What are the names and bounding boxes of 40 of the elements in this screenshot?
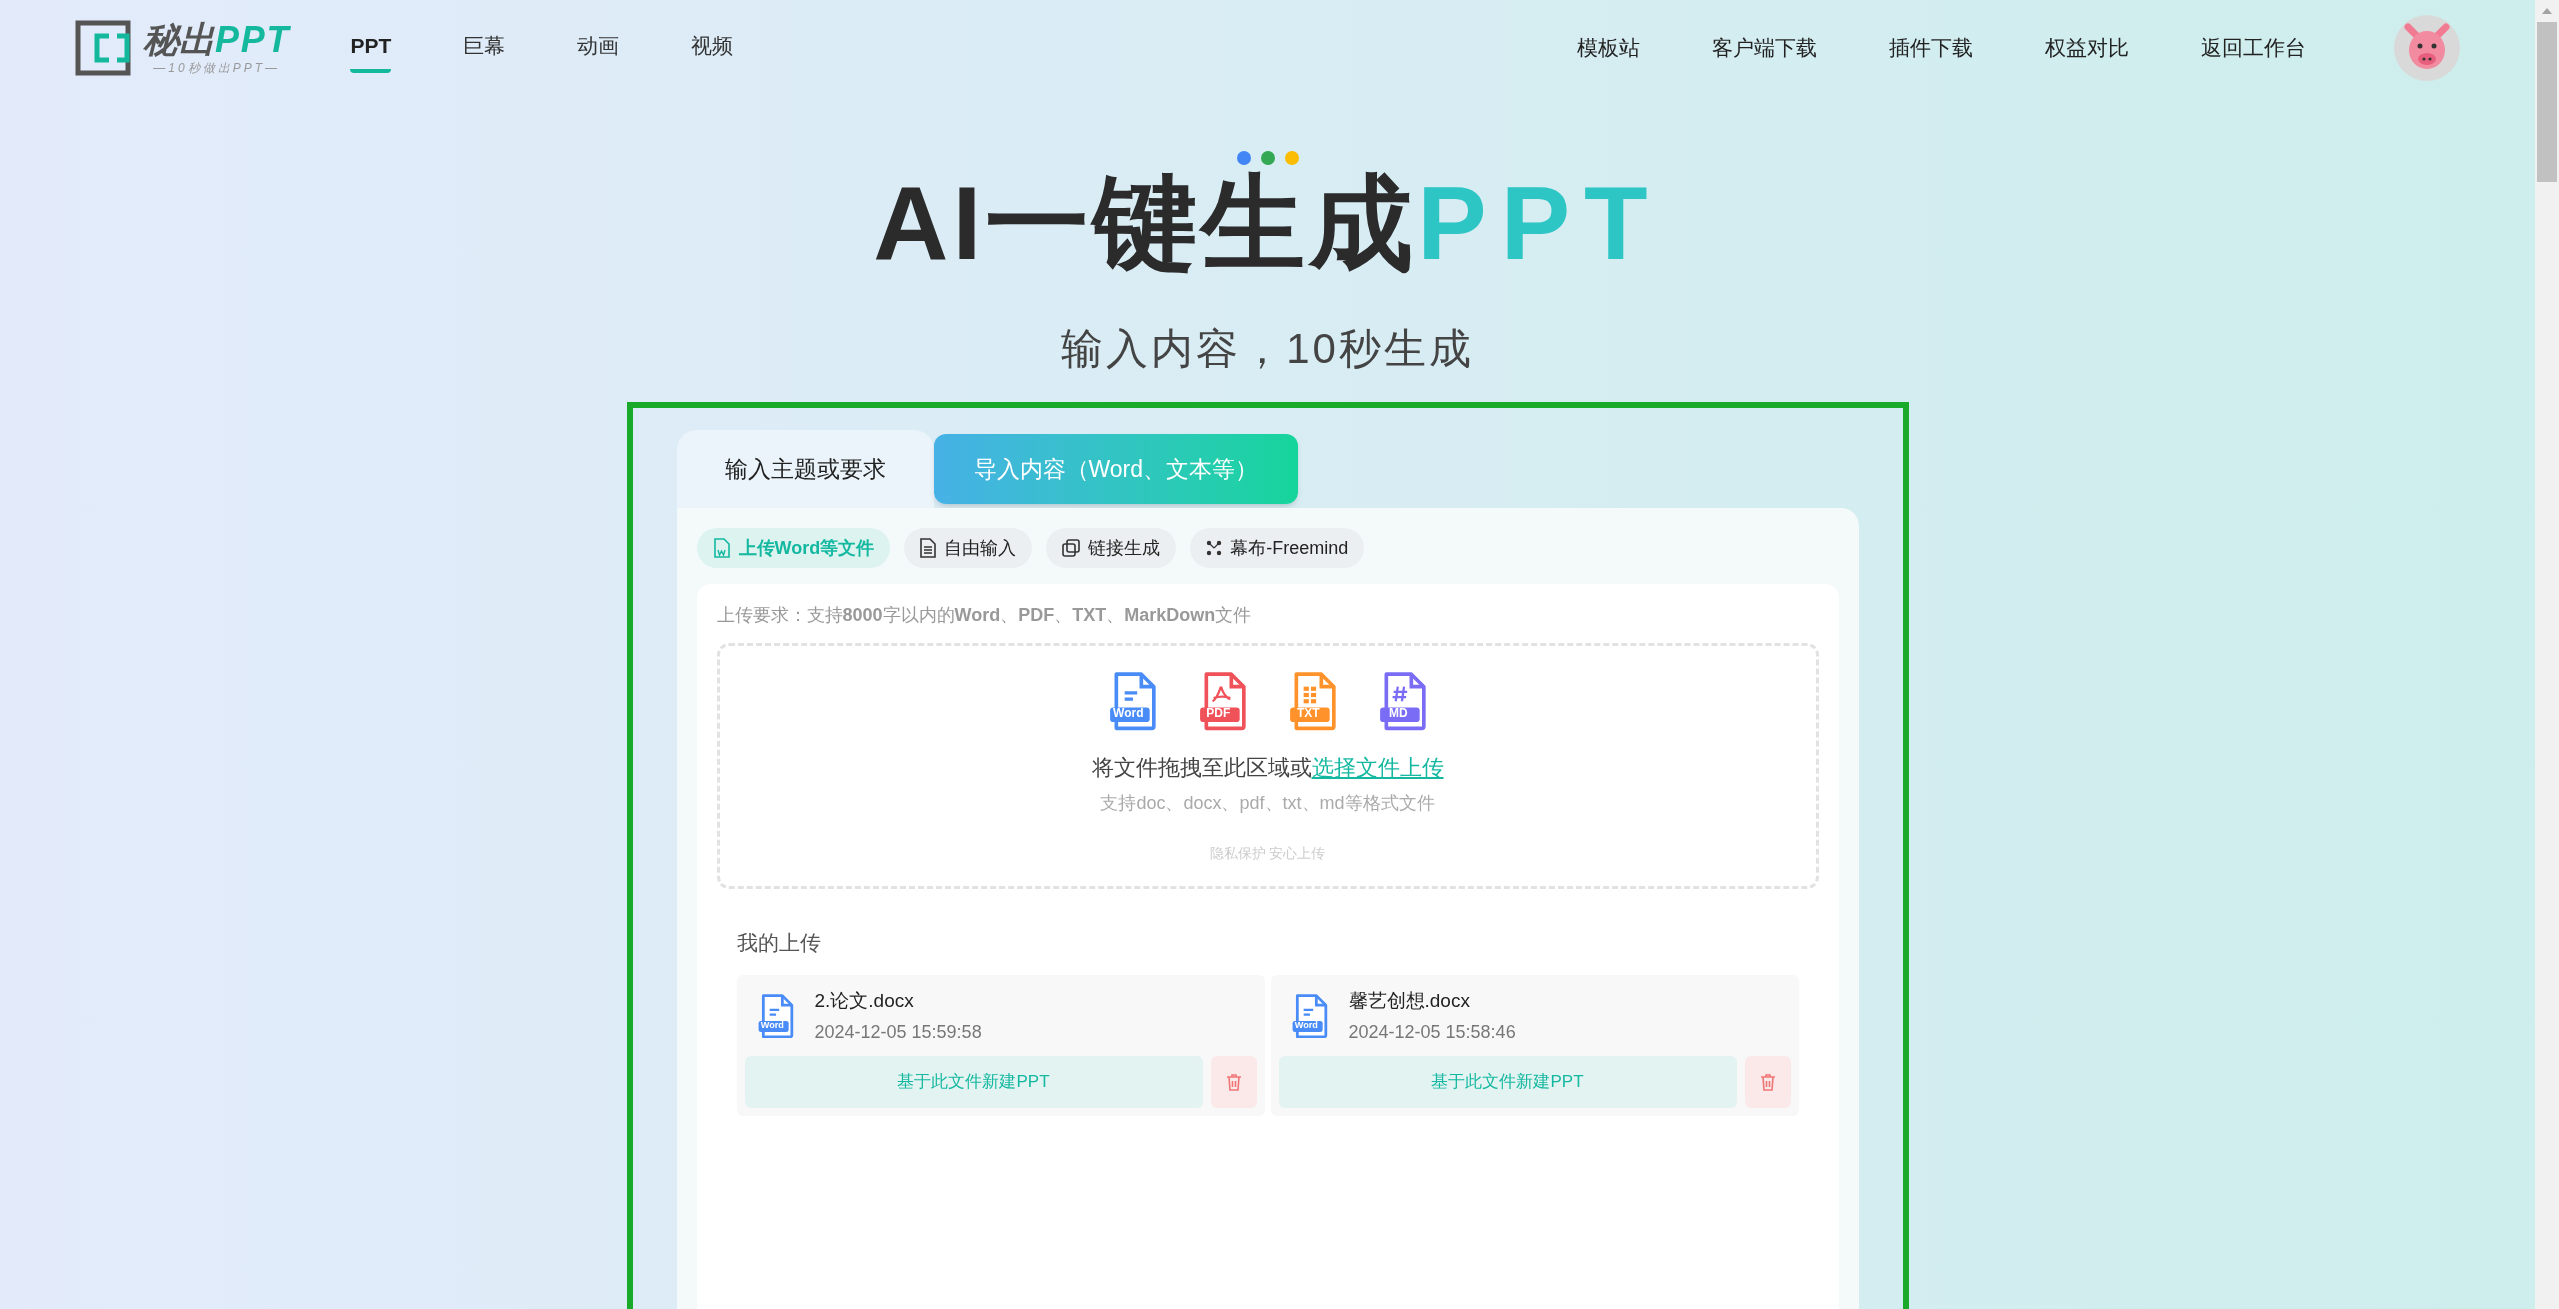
document-icon (920, 538, 937, 558)
logo-name: 秘出 (143, 21, 215, 58)
logo[interactable]: 秘出PPT —10秒做出PPT— (75, 19, 291, 76)
file-name: 馨艺创想.docx (1348, 988, 1471, 1013)
delete-button[interactable] (1744, 1056, 1791, 1108)
nav-link[interactable]: 插件下载 (1889, 31, 1973, 64)
nav-link[interactable]: 巨幕 (463, 21, 506, 74)
hero-title: AI一键生成 (873, 171, 1418, 275)
file-time: 2024-12-05 15:59:58 (814, 1021, 982, 1044)
tab[interactable]: 输入主题或要求 (676, 430, 934, 508)
format-hint: 支持doc、docx、pdf、txt、md等格式文件 (1100, 791, 1435, 815)
nodes-icon (1206, 540, 1223, 556)
pig-avatar-icon[interactable] (2394, 14, 2460, 81)
logo-tagline: —10秒做出PPT— (153, 61, 281, 74)
nav-link[interactable]: PPT (350, 21, 392, 74)
nav-link[interactable]: 动画 (577, 21, 620, 74)
mode-chip[interactable]: 自由输入 (904, 528, 1033, 568)
scrollbar[interactable] (2535, 0, 2559, 1309)
trash-icon (1225, 1073, 1242, 1091)
nav-link[interactable]: 返回工作台 (2201, 31, 2306, 64)
trash-icon (1759, 1073, 1776, 1091)
section-title: 我的上传 (736, 930, 822, 956)
logo-brand: PPT (215, 21, 291, 58)
file-time: 2024-12-05 15:58:46 (1348, 1021, 1516, 1044)
document-icon (712, 538, 731, 558)
upload-requirement: 上传要求：支持8000字以内的Word、PDF、TXT、MarkDown文件 (716, 604, 1253, 627)
copy-icon (1062, 539, 1081, 557)
hero-title-accent: PPT (1417, 171, 1662, 275)
nav-link[interactable]: 权益对比 (2045, 31, 2129, 64)
scrollbar-thumb[interactable] (2537, 22, 2557, 182)
scroll-up-icon[interactable] (2541, 6, 2553, 16)
mode-chip[interactable]: 链接生成 (1046, 528, 1177, 568)
hero-subtitle: 输入内容，10秒生成 (1061, 324, 1474, 374)
nav-link[interactable]: 客户端下载 (1712, 31, 1817, 64)
delete-button[interactable] (1210, 1056, 1257, 1108)
mode-chip[interactable]: 幕布-Freemind (1190, 528, 1365, 568)
file-name: 2.论文.docx (814, 988, 915, 1013)
nav-link[interactable]: 模板站 (1577, 31, 1640, 64)
nav-link[interactable]: 视频 (691, 21, 734, 74)
drop-prompt: 将文件拖拽至此区域或 (1091, 753, 1312, 782)
